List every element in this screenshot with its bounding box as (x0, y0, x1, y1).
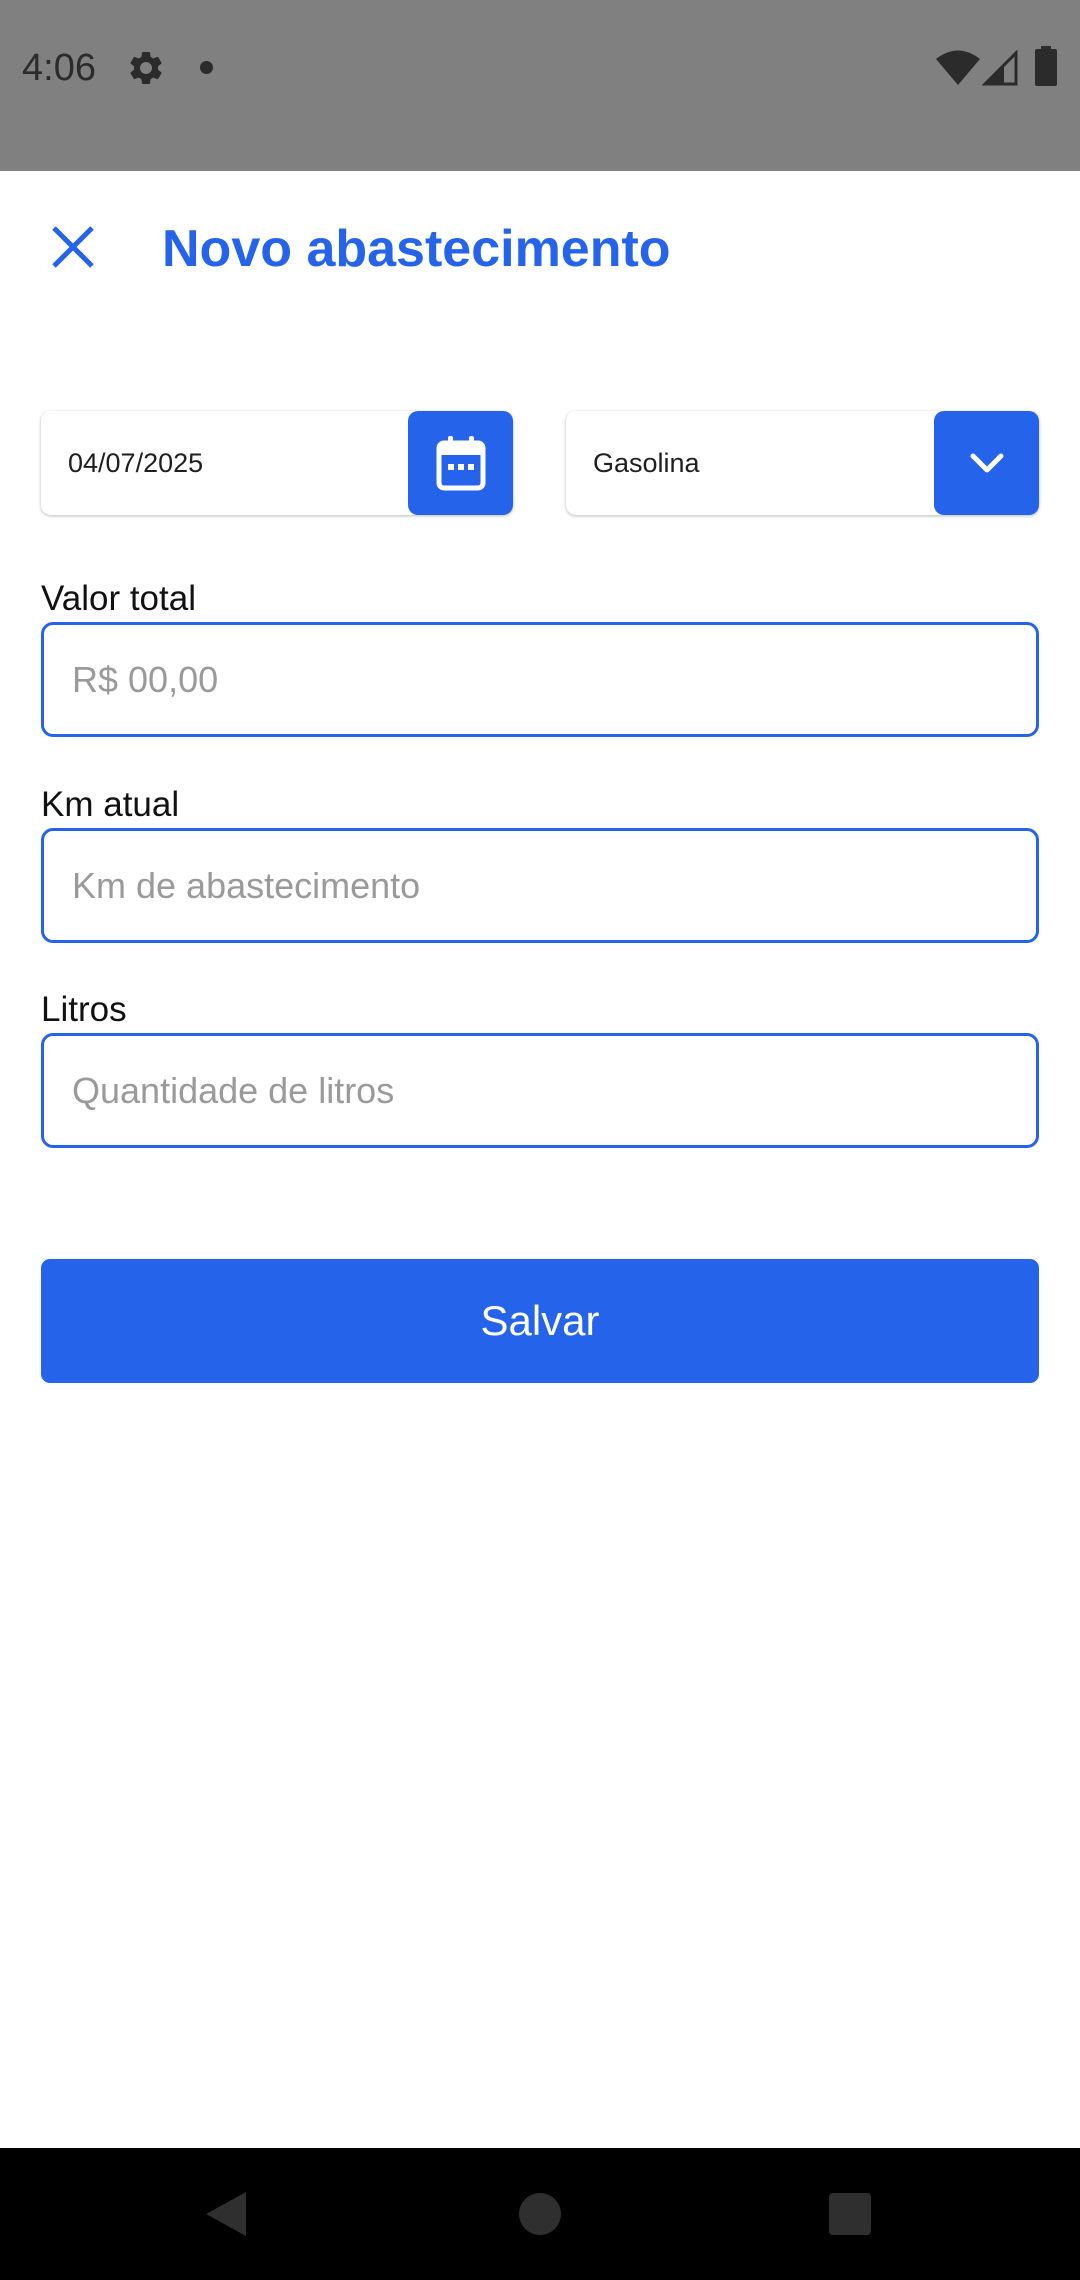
battery-icon (1035, 46, 1057, 86)
gear-icon (130, 51, 162, 84)
status-time: 4:06 (22, 47, 96, 89)
calendar-icon (436, 436, 485, 491)
recents-icon[interactable] (829, 2193, 871, 2235)
date-picker[interactable]: 04/07/2025 (41, 411, 513, 515)
page-title: Novo abastecimento (162, 220, 671, 278)
fuel-type-select[interactable]: Gasolina (566, 411, 1039, 515)
valor-total-input[interactable] (41, 622, 1039, 737)
date-picker-button[interactable] (408, 411, 513, 515)
back-icon[interactable] (204, 2190, 248, 2238)
litros-input[interactable] (41, 1033, 1039, 1148)
close-button[interactable] (40, 214, 106, 280)
status-bar: 4:06 (0, 0, 1080, 171)
save-button[interactable]: Salvar (41, 1259, 1039, 1383)
km-atual-input[interactable] (41, 828, 1039, 943)
km-atual-label: Km atual (41, 785, 180, 824)
fuel-type-dropdown-button[interactable] (934, 411, 1039, 515)
close-icon (52, 226, 94, 268)
litros-label: Litros (41, 990, 127, 1029)
notification-dot-icon (200, 61, 213, 74)
valor-total-label: Valor total (41, 579, 196, 618)
navigation-bar (0, 2148, 1080, 2280)
wifi-icon (936, 50, 980, 85)
home-icon[interactable] (519, 2193, 561, 2235)
chevron-down-icon (970, 453, 1003, 473)
signal-icon (982, 50, 1018, 86)
